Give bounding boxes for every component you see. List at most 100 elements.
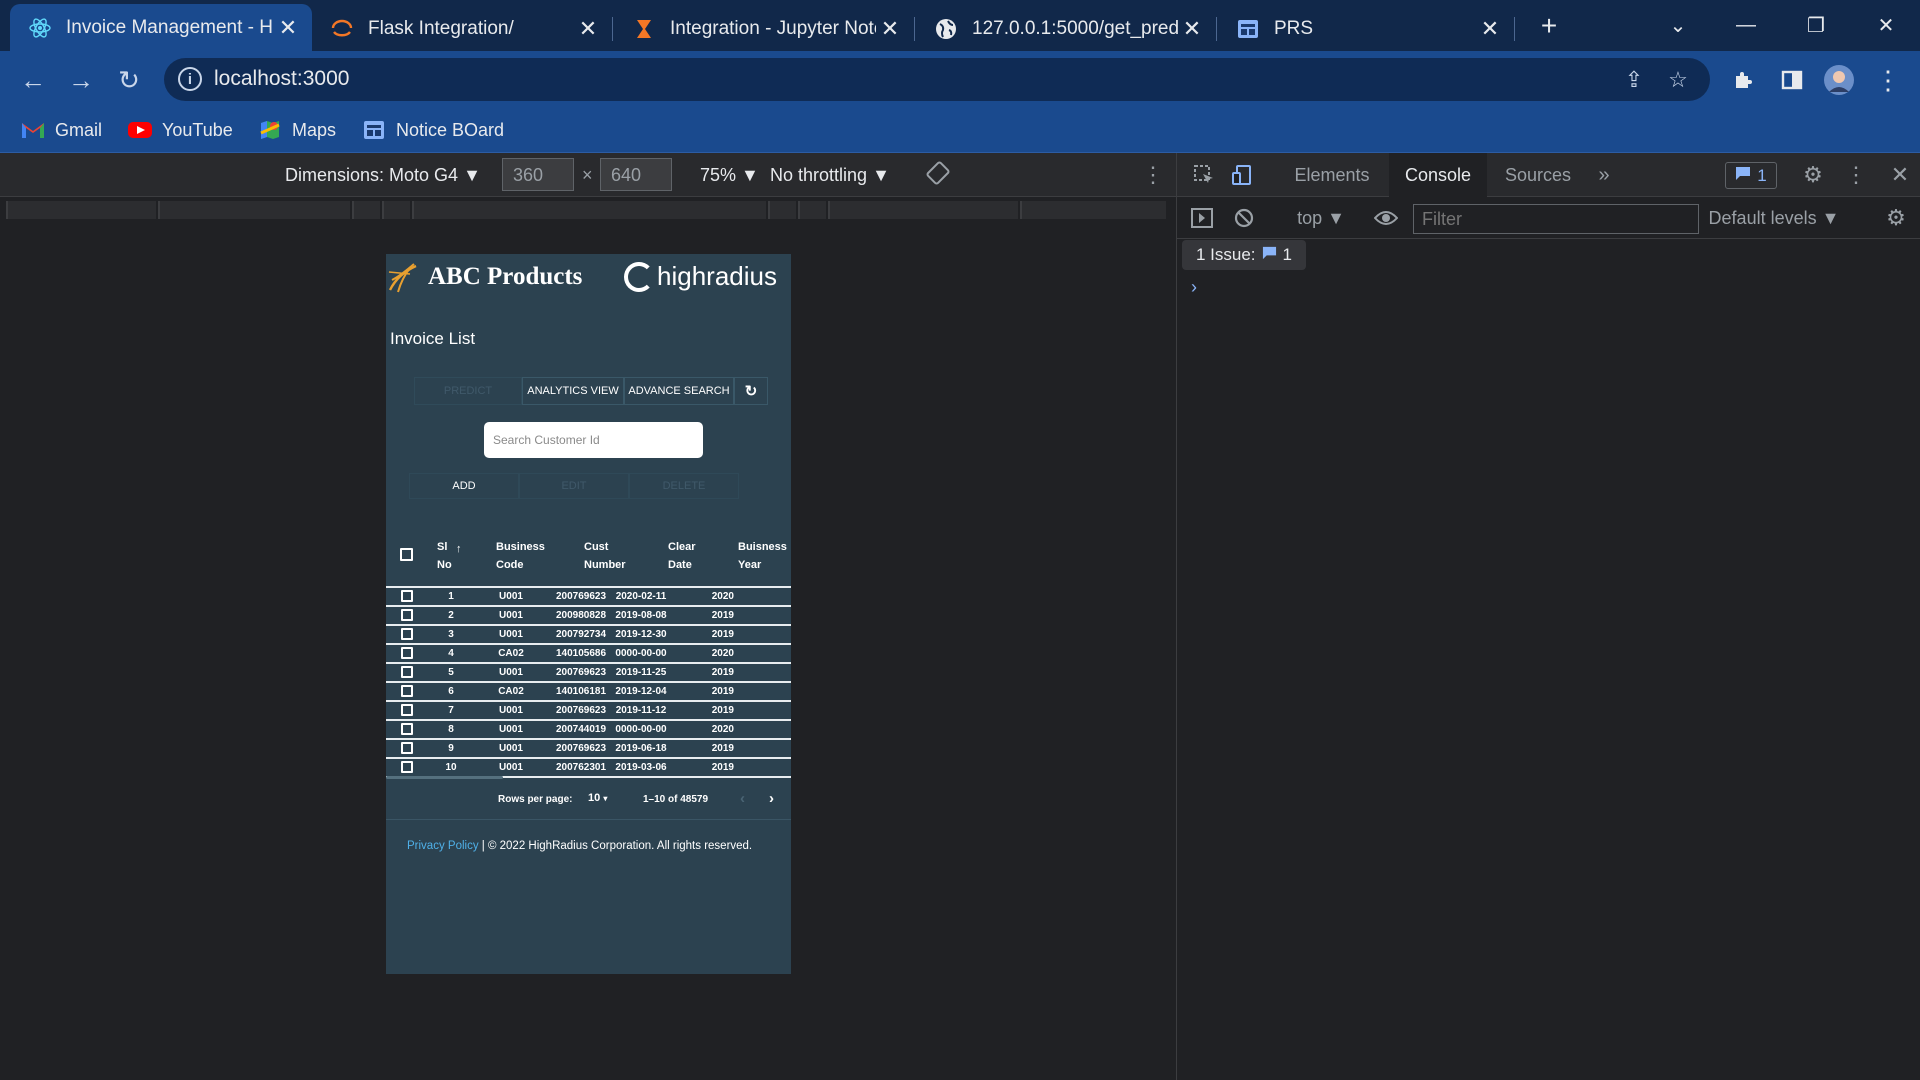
tab-get-prediction[interactable]: 127.0.0.1:5000/get_predic ✕ [916,6,1216,51]
tab-close-icon[interactable]: ✕ [1178,16,1206,42]
issues-pill[interactable]: 1 Issue: 1 [1182,240,1306,270]
tab-sources[interactable]: Sources [1489,153,1587,197]
device-height-input[interactable]: 640 [600,158,672,191]
tab-close-icon[interactable]: ✕ [1476,16,1504,42]
sort-arrow-up-icon[interactable]: ↑ [456,543,462,555]
row-checkbox[interactable] [401,723,413,735]
ruler-segment[interactable] [382,201,410,219]
ruler-segment[interactable] [768,201,796,219]
privacy-policy-link[interactable]: Privacy Policy [407,840,479,852]
ruler-segment[interactable] [798,201,826,219]
table-row[interactable]: 4 CA02 140105686 0000-00-00 2020 [386,643,791,662]
rotate-icon[interactable] [926,161,950,190]
advance-search-button[interactable]: ADVANCE SEARCH [624,377,734,405]
table-row[interactable]: 2 U001 200980828 2019-08-08 2019 [386,605,791,624]
search-customer-input[interactable] [484,422,703,458]
table-row[interactable]: 7 U001 200769623 2019-11-12 2019 [386,700,791,719]
bookmark-gmail[interactable]: Gmail [21,116,102,144]
device-width-input[interactable]: 360 [502,158,574,191]
minimize-button[interactable]: — [1716,0,1776,51]
close-devtools-icon[interactable]: ✕ [1885,160,1915,190]
bookmark-youtube[interactable]: YouTube [128,116,233,144]
edit-button[interactable]: EDIT [519,473,629,499]
context-selector[interactable]: top ▼ [1281,197,1361,239]
ruler-segment[interactable] [6,201,156,219]
tab-invoice-management[interactable]: Invoice Management - HR ✕ [10,4,312,51]
row-checkbox[interactable] [401,590,413,602]
add-button[interactable]: ADD [409,473,519,499]
table-row[interactable]: 3 U001 200792734 2019-12-30 2019 [386,624,791,643]
next-page-icon[interactable]: › [769,790,774,807]
tab-console[interactable]: Console [1389,153,1487,197]
previous-page-icon[interactable]: ‹ [740,790,745,807]
address-bar[interactable]: i localhost:3000 ⇪ ☆ [164,58,1710,101]
table-horizontal-scrollbar[interactable] [386,776,503,779]
table-row[interactable]: 9 U001 200769623 2019-06-18 2019 [386,738,791,757]
share-icon[interactable]: ⇪ [1620,66,1648,94]
device-dimensions-dropdown[interactable]: Dimensions: Moto G4 ▼ [285,165,481,186]
tab-search-chevron-icon[interactable]: ⌄ [1648,0,1708,51]
table-row[interactable]: 6 CA02 140106181 2019-12-04 2019 [386,681,791,700]
header-business-year[interactable]: Buisness Year [738,538,787,574]
back-button[interactable]: ← [16,63,50,97]
bookmark-star-icon[interactable]: ☆ [1664,66,1692,94]
device-toolbar-menu-icon[interactable]: ⋮ [1142,162,1164,188]
side-panel-icon[interactable] [1775,63,1809,97]
header-clear-date[interactable]: Clear Date [668,538,696,574]
console-prompt[interactable]: › [1191,277,1197,298]
row-checkbox[interactable] [401,647,413,659]
predict-button[interactable]: PREDICT [414,377,522,405]
inspect-element-icon[interactable] [1189,160,1219,190]
settings-gear-icon[interactable]: ⚙ [1798,160,1828,190]
tab-jupyter-integration[interactable]: Integration - Jupyter Note ✕ [614,6,914,51]
ruler-segment[interactable] [412,201,766,219]
console-filter-input[interactable] [1413,204,1699,234]
url-text[interactable]: localhost:3000 [214,67,349,91]
bookmark-notice-board[interactable]: Notice BOard [362,116,504,144]
restore-button[interactable]: ❐ [1786,0,1846,51]
sidebar-toggle-icon[interactable] [1187,203,1217,233]
ruler-segment[interactable] [1020,201,1166,219]
new-tab-button[interactable]: + [1520,0,1578,51]
devtools-menu-icon[interactable]: ⋮ [1841,160,1871,190]
ruler-segment[interactable] [828,201,1018,219]
ruler-segment[interactable] [158,201,350,219]
tab-flask-integration[interactable]: Flask Integration/ ✕ [312,6,612,51]
ruler-segment[interactable] [352,201,380,219]
profile-avatar[interactable] [1822,63,1856,97]
row-checkbox[interactable] [401,761,413,773]
row-checkbox[interactable] [401,704,413,716]
table-row[interactable]: 8 U001 200744019 0000-00-00 2020 [386,719,791,738]
site-info-icon[interactable]: i [178,67,202,91]
delete-button[interactable]: DELETE [629,473,739,499]
row-checkbox[interactable] [401,685,413,697]
header-sl-no[interactable]: Sl No [437,538,452,574]
forward-button[interactable]: → [64,63,98,97]
console-settings-gear-icon[interactable]: ⚙ [1881,203,1911,233]
row-checkbox[interactable] [401,609,413,621]
header-cust-number[interactable]: Cust Number [584,538,626,574]
select-all-checkbox[interactable] [400,548,413,561]
table-row[interactable]: 10 U001 200762301 2019-03-06 2019 [386,757,791,776]
refresh-button[interactable]: ↻ [734,377,768,405]
issues-counter-badge[interactable]: 1 [1725,162,1777,189]
more-tabs-icon[interactable]: » [1589,160,1619,190]
clear-console-icon[interactable] [1229,203,1259,233]
close-window-button[interactable]: ✕ [1856,0,1916,51]
live-expression-eye-icon[interactable] [1371,203,1401,233]
header-business-code[interactable]: Business Code [496,538,545,574]
table-row[interactable]: 1 U001 200769623 2020-02-11 2020 [386,586,791,605]
table-row[interactable]: 5 U001 200769623 2019-11-25 2019 [386,662,791,681]
reload-button[interactable]: ↻ [112,63,146,97]
row-checkbox[interactable] [401,666,413,678]
device-toggle-icon[interactable] [1227,160,1257,190]
row-checkbox[interactable] [401,742,413,754]
throttling-dropdown[interactable]: No throttling ▼ [770,165,890,186]
chrome-menu-icon[interactable]: ⋮ [1871,63,1905,97]
tab-prs[interactable]: PRS ✕ [1218,6,1514,51]
tab-close-icon[interactable]: ✕ [274,15,302,41]
tab-close-icon[interactable]: ✕ [876,16,904,42]
tab-elements[interactable]: Elements [1277,153,1387,197]
extensions-puzzle-icon[interactable] [1727,63,1761,97]
row-checkbox[interactable] [401,628,413,640]
